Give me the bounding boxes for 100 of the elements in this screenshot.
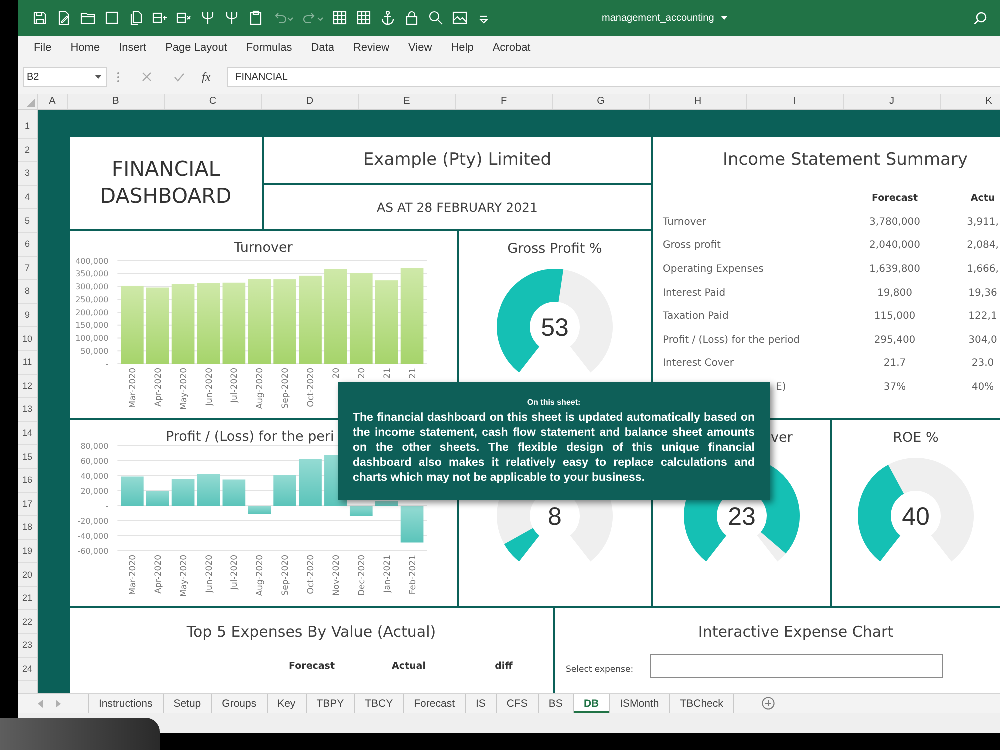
anchor-icon[interactable]	[380, 10, 396, 26]
gauge-title: ROE %	[893, 429, 939, 447]
caret-icon[interactable]	[95, 75, 102, 79]
column-letter[interactable]: K	[986, 96, 992, 107]
row-number[interactable]: 19	[22, 546, 32, 556]
row-number[interactable]: 7	[24, 262, 30, 273]
column-letter[interactable]: J	[890, 96, 894, 107]
menu-item[interactable]: Insert	[110, 42, 156, 54]
column-heading: diff	[495, 660, 513, 672]
fork-icon[interactable]	[224, 10, 240, 26]
axis-label: 40,000	[80, 472, 109, 481]
row-number[interactable]: 2	[24, 144, 30, 155]
menu-item[interactable]: File	[24, 42, 62, 54]
amount: 40%	[972, 382, 994, 394]
menu-item[interactable]: Acrobat	[483, 42, 540, 54]
row-number[interactable]: 17	[22, 498, 32, 509]
row-number[interactable]: 8	[24, 286, 30, 296]
axis-label: Dec-2020	[357, 555, 368, 596]
gauge-title: Gross Profit %	[508, 240, 602, 258]
column-letter[interactable]: A	[49, 96, 56, 107]
row-number[interactable]: 3	[24, 168, 30, 178]
folder-icon[interactable]	[80, 10, 96, 26]
axis-label: 200,000	[76, 308, 109, 318]
row-number[interactable]: 23	[22, 640, 32, 650]
fork-icon[interactable]	[200, 10, 216, 26]
row-number[interactable]: 1	[24, 121, 30, 132]
row-number[interactable]: 4	[24, 192, 30, 202]
add-icon[interactable]	[762, 697, 776, 710]
axis-label: Apr-2020	[154, 368, 164, 407]
row-label: Turnover	[663, 216, 707, 228]
axis-label: Jul-2020	[230, 368, 240, 403]
axis-label: 150,000	[76, 321, 109, 330]
search-icon[interactable]	[974, 12, 987, 24]
magnifier-icon[interactable]	[428, 10, 444, 26]
column-letter[interactable]: I	[794, 96, 796, 107]
amount: 2,040,000	[870, 240, 920, 252]
grid-icon[interactable]	[332, 10, 348, 26]
row-number[interactable]: 22	[22, 616, 32, 627]
axis-label: Aug-2020	[256, 368, 266, 410]
caret-icon[interactable]	[721, 16, 728, 20]
function-button[interactable]: fx	[202, 70, 211, 84]
copy-icon[interactable]	[128, 10, 144, 26]
amount: 304,0	[968, 334, 998, 346]
sheet-tab[interactable]: DB	[574, 694, 610, 713]
row-number[interactable]: 9	[24, 310, 30, 320]
menu-item[interactable]: Data	[302, 42, 344, 54]
axis-label: Oct-2020	[306, 555, 316, 594]
row-label: Operating Expenses	[663, 264, 764, 276]
row-number[interactable]: 21	[22, 593, 32, 604]
formula-field[interactable]: FINANCIAL	[226, 67, 1000, 87]
image-icon[interactable]	[452, 10, 468, 26]
clipboard-icon[interactable]	[248, 10, 264, 26]
delete-row-icon[interactable]	[176, 10, 192, 26]
column-letter[interactable]: H	[694, 96, 702, 107]
row-label: E)	[776, 382, 786, 394]
menu-item[interactable]: Help	[442, 42, 484, 54]
row-number[interactable]: 13	[22, 404, 32, 414]
save-icon[interactable]	[32, 10, 48, 26]
field-label: Select expense:	[566, 664, 634, 674]
panel-title: Income Statement Summary	[723, 150, 968, 170]
axis-label: 21	[382, 368, 393, 379]
menu-item[interactable]: Formulas	[236, 42, 302, 54]
menu-item[interactable]: Review	[344, 42, 400, 54]
row-number[interactable]: 12	[22, 380, 32, 391]
lock-icon[interactable]	[404, 10, 420, 26]
column-letter[interactable]: C	[209, 96, 217, 107]
row-number[interactable]: 6	[24, 239, 30, 250]
row-number[interactable]: 18	[22, 522, 32, 532]
insert-row-icon[interactable]	[152, 10, 168, 26]
menu-item[interactable]: Page Layout	[156, 42, 237, 54]
axis-label: Sep-2020	[281, 555, 292, 596]
axis-label: 80,000	[80, 442, 109, 451]
row-number[interactable]: 24	[22, 664, 32, 674]
square-icon[interactable]	[104, 10, 120, 26]
row-number[interactable]: 5	[24, 216, 30, 226]
grid-icon[interactable]	[356, 10, 372, 26]
column-letter[interactable]: B	[112, 96, 120, 107]
column-letter[interactable]: E	[404, 96, 410, 107]
axis-label: May-2020	[179, 555, 190, 598]
row-number[interactable]: 14	[22, 428, 32, 438]
row-number[interactable]: 20	[22, 570, 32, 580]
column-letter[interactable]: G	[597, 96, 605, 107]
gauge-value: 53	[541, 314, 569, 342]
row-number[interactable]: 11	[22, 357, 32, 368]
axis-label: Aug-2020	[256, 555, 266, 596]
amount: 23.0	[972, 358, 994, 370]
row-number[interactable]: 10	[22, 334, 32, 344]
column-letter[interactable]: D	[306, 96, 314, 107]
tooltip-heading: On this sheet:	[527, 398, 581, 407]
column-letter[interactable]: F	[500, 96, 508, 107]
menu-item[interactable]: Home	[61, 42, 110, 54]
edit-document-icon[interactable]	[56, 10, 72, 26]
select-field[interactable]	[650, 654, 943, 678]
gauge-value: 40	[902, 503, 930, 531]
row-number[interactable]: 16	[22, 475, 32, 486]
row-number[interactable]: 15	[22, 452, 32, 462]
name-box[interactable]: B2	[23, 67, 107, 87]
window-title: management_accounting	[602, 12, 714, 24]
amount: 3,780,000	[870, 216, 920, 228]
menu-item[interactable]: View	[399, 42, 442, 54]
